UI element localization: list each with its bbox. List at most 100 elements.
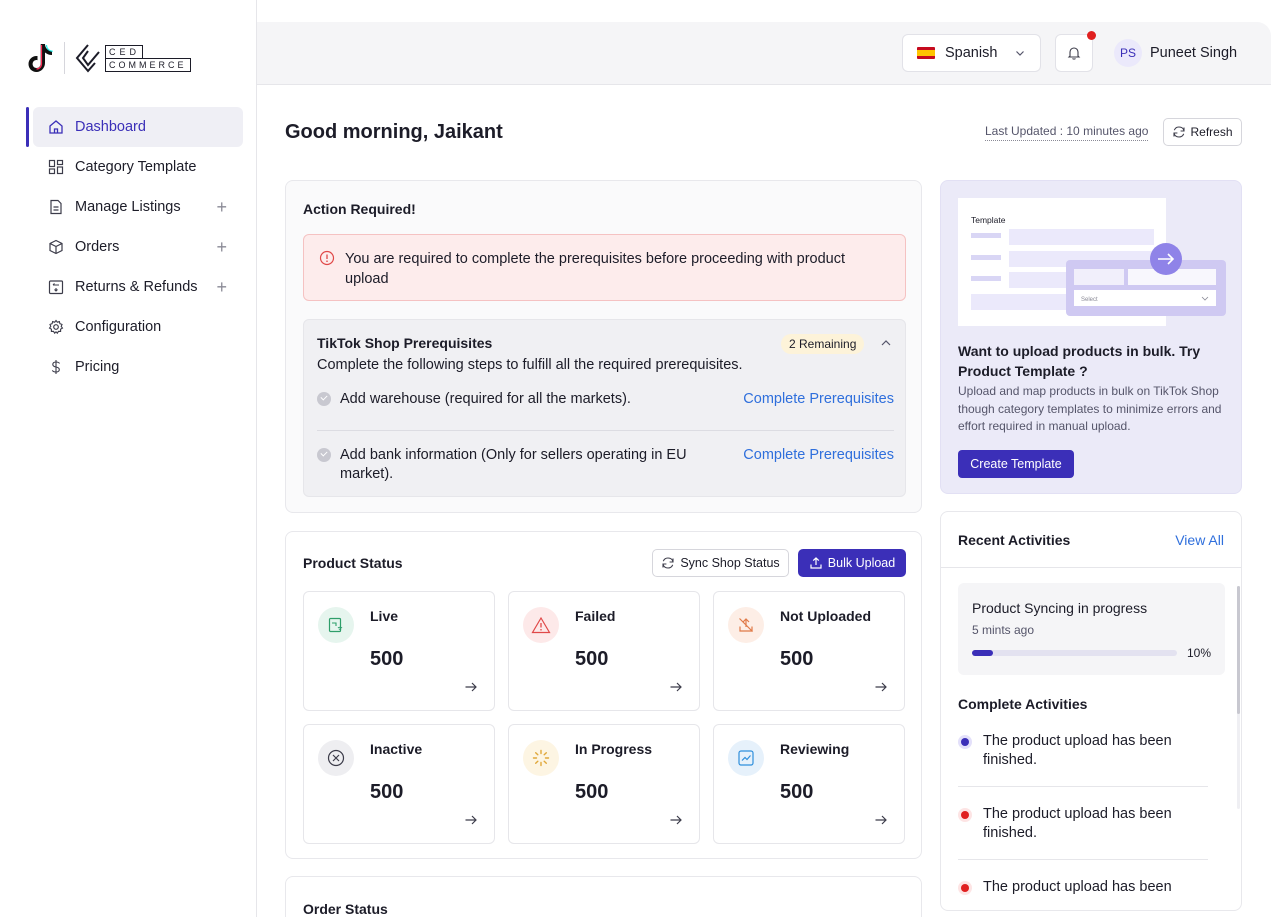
bulk-upload-label: Bulk Upload	[827, 556, 896, 570]
stat-label: Reviewing	[780, 741, 850, 757]
arrow-right-icon[interactable]	[874, 813, 888, 832]
chevron-down-icon	[1014, 47, 1026, 63]
gear-icon	[48, 319, 64, 335]
sidebar-item-manage-listings[interactable]: Manage Listings +	[26, 187, 243, 227]
stat-tile-in-progress[interactable]: In Progress 500	[508, 724, 700, 844]
progress-percent: 10%	[1186, 646, 1211, 660]
prerequisites-panel: TikTok Shop Prerequisites 2 Remaining Co…	[303, 319, 906, 497]
chevron-up-icon[interactable]	[879, 336, 893, 355]
review-icon	[728, 740, 764, 776]
language-label: Spanish	[945, 45, 998, 61]
stat-label: Inactive	[370, 741, 423, 757]
arrow-right-icon[interactable]	[464, 813, 478, 832]
create-template-button[interactable]: Create Template	[958, 450, 1074, 478]
cedcommerce-wordmark: CED COMMERCE	[105, 44, 191, 72]
document-icon	[48, 199, 64, 215]
prerequisites-subtitle: Complete the following steps to fulfill …	[317, 357, 743, 373]
scrollbar-thumb[interactable]	[1237, 586, 1240, 714]
notification-dot	[1087, 31, 1096, 40]
view-all-link[interactable]: View All	[1175, 532, 1224, 548]
action-required-card: Action Required! You are required to com…	[285, 180, 922, 513]
arrow-right-icon[interactable]	[464, 680, 478, 699]
remaining-badge: 2 Remaining	[781, 334, 865, 354]
alert-circle-icon	[319, 250, 335, 272]
activity-text: The product upload has been finished.	[983, 806, 1172, 841]
sidebar: CED COMMERCE Dashboard Category Template…	[0, 0, 257, 917]
activity-dot	[961, 738, 969, 746]
sidebar-item-label: Category Template	[75, 159, 197, 175]
order-status-card: Order Status	[285, 876, 922, 917]
sidebar-item-pricing[interactable]: Pricing	[26, 347, 243, 387]
stat-value: 500	[370, 648, 404, 670]
arrow-right-icon[interactable]	[669, 680, 683, 699]
order-status-title: Order Status	[303, 901, 388, 917]
sidebar-item-label: Orders	[75, 239, 120, 255]
progress-bar	[972, 650, 1177, 656]
sidebar-item-configuration[interactable]: Configuration	[26, 307, 243, 347]
warning-icon	[523, 607, 559, 643]
recent-activities-title: Recent Activities	[958, 532, 1071, 548]
complete-activities-title: Complete Activities	[958, 696, 1088, 712]
cedcommerce-logo-icon	[75, 44, 100, 73]
wordmark-top: CED	[105, 44, 143, 58]
bulk-upload-button[interactable]: Bulk Upload	[798, 549, 906, 577]
sidebar-item-dashboard[interactable]: Dashboard	[26, 107, 243, 147]
sidebar-item-returns-refunds[interactable]: Returns & Refunds +	[26, 267, 243, 307]
avatar[interactable]: PS	[1114, 39, 1142, 67]
stat-tile-not-uploaded[interactable]: Not Uploaded 500	[713, 591, 905, 711]
brand-logo[interactable]: CED COMMERCE	[26, 42, 191, 74]
expand-plus-icon[interactable]: +	[216, 198, 227, 216]
sync-shop-status-button[interactable]: Sync Shop Status	[652, 549, 789, 577]
sidebar-item-category-template[interactable]: Category Template	[26, 147, 243, 187]
stat-tile-failed[interactable]: Failed 500	[508, 591, 700, 711]
top-bar: Spanish PS Puneet Singh	[257, 22, 1271, 85]
check-circle-icon	[317, 448, 331, 462]
sidebar-item-label: Returns & Refunds	[75, 279, 198, 295]
notification-button[interactable]	[1055, 31, 1096, 72]
upload-off-icon	[728, 607, 764, 643]
grid-icon	[48, 159, 64, 175]
product-status-title: Product Status	[303, 555, 403, 571]
sidebar-item-orders[interactable]: Orders +	[26, 227, 243, 267]
stat-value: 500	[780, 648, 814, 670]
template-promo-title: Want to upload products in bulk. Try Pro…	[958, 343, 1201, 379]
stat-tile-inactive[interactable]: Inactive 500	[303, 724, 495, 844]
complete-prerequisites-link[interactable]: Complete Prerequisites	[743, 390, 894, 409]
stat-label: In Progress	[575, 741, 653, 757]
arrow-right-icon[interactable]	[874, 680, 888, 699]
prerequisite-alert: You are required to complete the prerequ…	[303, 234, 906, 301]
template-promo-card: Template Select Want to upload products …	[940, 180, 1242, 494]
close-circle-icon	[318, 740, 354, 776]
sidebar-item-label: Manage Listings	[75, 199, 181, 215]
template-illustration: Template Select	[958, 198, 1226, 326]
recent-activities-card: Recent Activities View All Product Synci…	[940, 511, 1242, 911]
prerequisites-title: TikTok Shop Prerequisites	[317, 335, 493, 351]
wordmark-bottom: COMMERCE	[105, 57, 191, 72]
sidebar-nav: Dashboard Category Template Manage Listi…	[26, 107, 243, 387]
complete-prerequisites-link[interactable]: Complete Prerequisites	[743, 446, 894, 465]
divider	[958, 786, 1208, 787]
stat-tile-reviewing[interactable]: Reviewing 500	[713, 724, 905, 844]
arrow-right-icon[interactable]	[669, 813, 683, 832]
user-name[interactable]: Puneet Singh	[1150, 45, 1237, 61]
refresh-label: Refresh	[1190, 125, 1233, 139]
live-icon	[318, 607, 354, 643]
expand-plus-icon[interactable]: +	[216, 278, 227, 296]
stat-label: Failed	[575, 608, 616, 624]
stat-value: 500	[370, 781, 404, 803]
refresh-button[interactable]: Refresh	[1163, 118, 1242, 146]
sidebar-item-label: Dashboard	[75, 119, 146, 135]
activity-dot	[961, 811, 969, 819]
expand-plus-icon[interactable]: +	[216, 238, 227, 256]
divider	[317, 430, 894, 431]
language-select[interactable]: Spanish	[902, 34, 1041, 72]
page-title: Good morning, Jaikant	[285, 121, 503, 143]
bell-icon	[1067, 47, 1081, 60]
stat-label: Live	[370, 608, 399, 624]
stat-tile-live[interactable]: Live 500	[303, 591, 495, 711]
prerequisite-step-text: Add bank information (Only for sellers o…	[340, 447, 687, 482]
illustration-select-label: Select	[1081, 297, 1098, 303]
return-icon	[48, 279, 64, 295]
check-circle-icon	[317, 392, 331, 406]
activity-text: The product upload has been finished.	[983, 733, 1172, 768]
